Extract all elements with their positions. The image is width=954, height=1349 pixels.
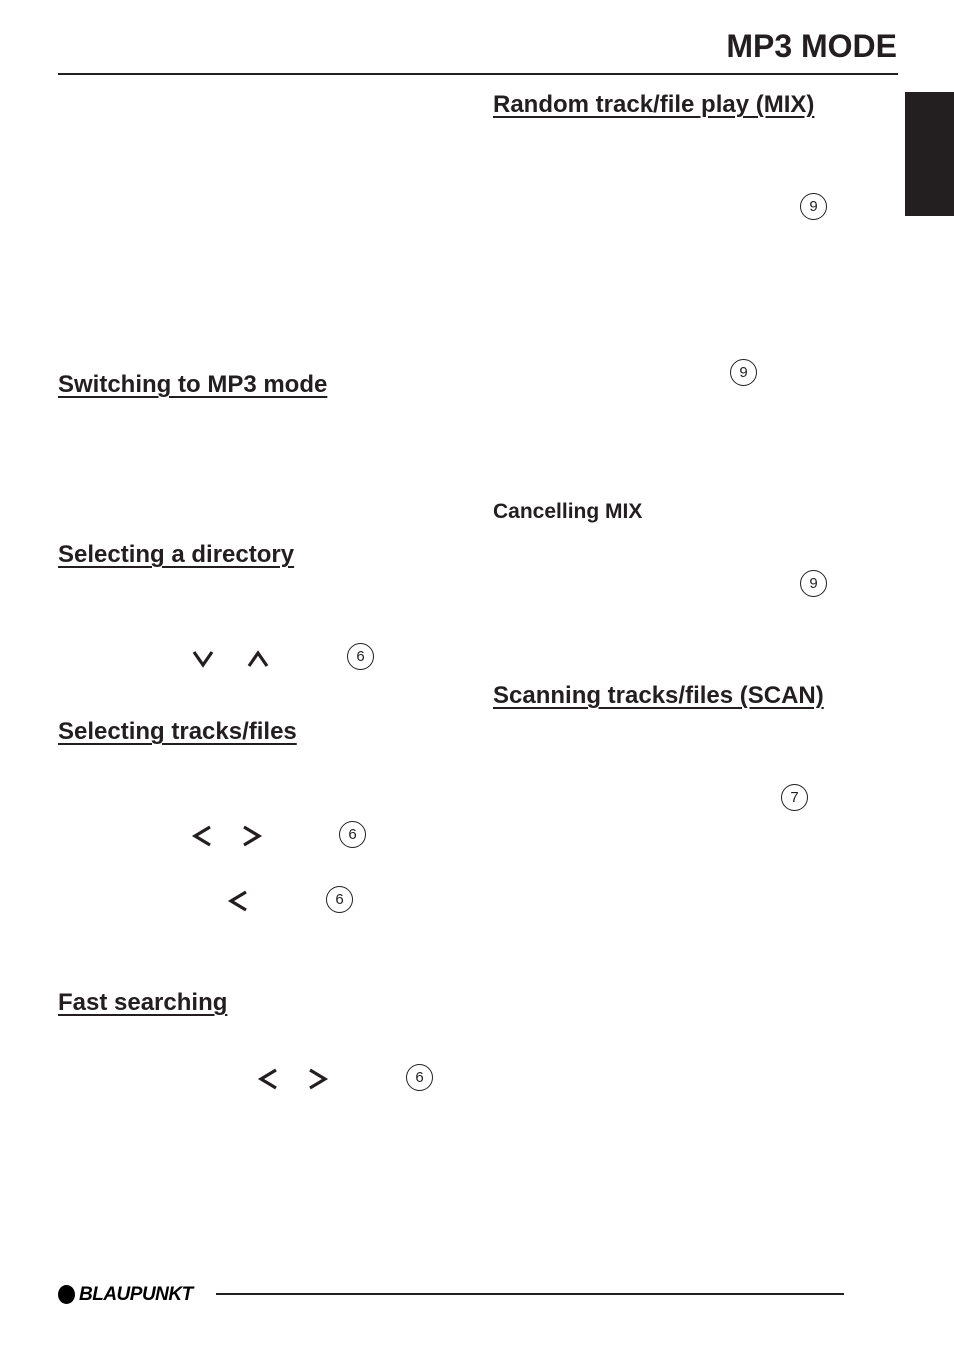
right-arrow-key-icon	[306, 1067, 330, 1091]
heading-fast-searching: Fast searching	[58, 989, 228, 1016]
subheading-cancelling-mix: Cancelling MIX	[493, 500, 643, 523]
footer-rule	[216, 1293, 844, 1295]
reference-number-7: 7	[781, 784, 808, 811]
brand-name: BLAUPUNKT	[79, 1284, 193, 1305]
down-arrow-key-icon	[191, 646, 215, 670]
reference-number-9: 9	[800, 570, 827, 597]
logo-dot-icon	[58, 1285, 75, 1304]
reference-number-6: 6	[326, 886, 353, 913]
heading-scanning-tracks-scan: Scanning tracks/files (SCAN)	[493, 682, 824, 709]
reference-number-9: 9	[730, 359, 757, 386]
reference-number-6: 6	[347, 643, 374, 670]
up-arrow-key-icon	[246, 646, 270, 670]
heading-selecting-tracks-files: Selecting tracks/files	[58, 718, 297, 745]
reference-number-6: 6	[339, 821, 366, 848]
heading-random-play-mix: Random track/file play (MIX)	[493, 91, 815, 118]
reference-number-6: 6	[406, 1064, 433, 1091]
page-title: MP3 MODE	[726, 28, 897, 64]
reference-number-9: 9	[800, 193, 827, 220]
brand-logo: BLAUPUNKT	[58, 1285, 193, 1304]
left-arrow-key-icon	[190, 824, 214, 848]
header-rule	[58, 73, 898, 75]
right-arrow-key-icon	[240, 824, 264, 848]
heading-switching-to-mp3-mode: Switching to MP3 mode	[58, 371, 328, 398]
left-arrow-key-icon	[226, 889, 250, 913]
left-arrow-key-icon	[256, 1067, 280, 1091]
heading-selecting-directory: Selecting a directory	[58, 541, 295, 568]
chapter-tab-marker	[905, 92, 954, 216]
